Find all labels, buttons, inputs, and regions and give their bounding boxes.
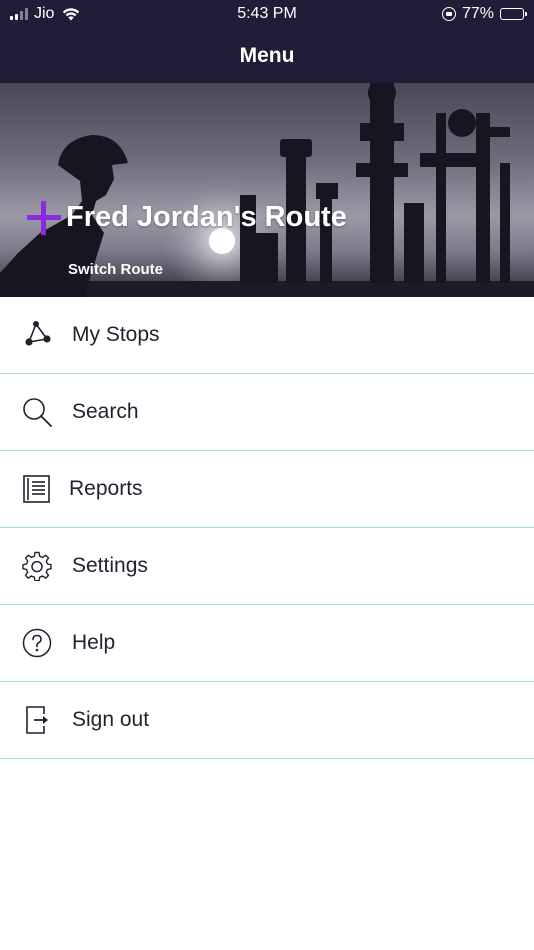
menu-item-sign-out[interactable]: Sign out (0, 682, 534, 759)
route-title: Fred Jordan's Route (66, 201, 347, 233)
menu-list: My Stops Search Reports Settings Help Si… (0, 297, 534, 759)
nav-bar: Menu (0, 28, 534, 83)
menu-item-label: Search (72, 400, 139, 423)
sign-out-icon (26, 706, 48, 734)
reports-icon (23, 475, 50, 503)
battery-percent: 77% (461, 5, 494, 22)
status-bar: Jio 5:43 PM 77% (0, 0, 534, 28)
menu-item-label: Settings (72, 554, 148, 577)
menu-item-label: Reports (69, 477, 143, 500)
help-icon (22, 628, 52, 658)
menu-item-help[interactable]: Help (0, 605, 534, 682)
gear-icon (22, 551, 52, 581)
route-hero-banner: Fred Jordan's Route Switch Route (0, 83, 534, 297)
battery-icon (500, 8, 527, 20)
menu-item-my-stops[interactable]: My Stops (0, 297, 534, 374)
menu-item-settings[interactable]: Settings (0, 528, 534, 605)
menu-item-reports[interactable]: Reports (0, 451, 534, 528)
page-title: Menu (239, 43, 295, 67)
switch-route-link[interactable]: Switch Route (68, 261, 163, 278)
menu-item-search[interactable]: Search (0, 374, 534, 451)
status-right: 77% (441, 5, 527, 23)
menu-item-label: Sign out (72, 708, 150, 731)
search-icon (23, 398, 52, 427)
add-route-icon (27, 201, 61, 235)
route-stops-icon (25, 321, 51, 346)
orientation-lock-icon (441, 7, 456, 21)
menu-item-label: My Stops (72, 323, 160, 346)
menu-item-label: Help (72, 631, 116, 654)
